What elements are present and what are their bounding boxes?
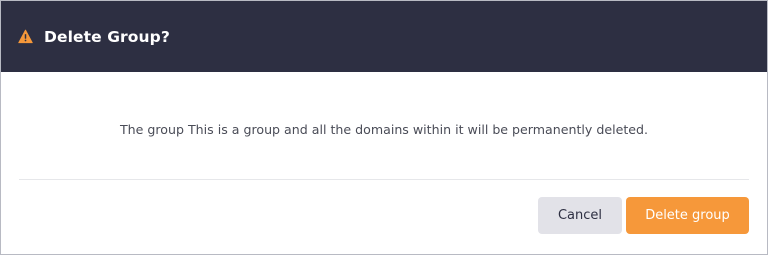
delete-group-button[interactable]: Delete group xyxy=(626,197,749,234)
delete-group-dialog: Delete Group? The group This is a group … xyxy=(0,0,768,255)
cancel-button[interactable]: Cancel xyxy=(538,197,622,234)
dialog-body: The group This is a group and all the do… xyxy=(1,72,767,179)
warning-triangle-icon xyxy=(18,29,33,44)
dialog-title: Delete Group? xyxy=(44,27,170,46)
dialog-message: The group This is a group and all the do… xyxy=(119,122,649,137)
dialog-header: Delete Group? xyxy=(1,1,767,72)
dialog-footer: Cancel Delete group xyxy=(1,180,767,234)
